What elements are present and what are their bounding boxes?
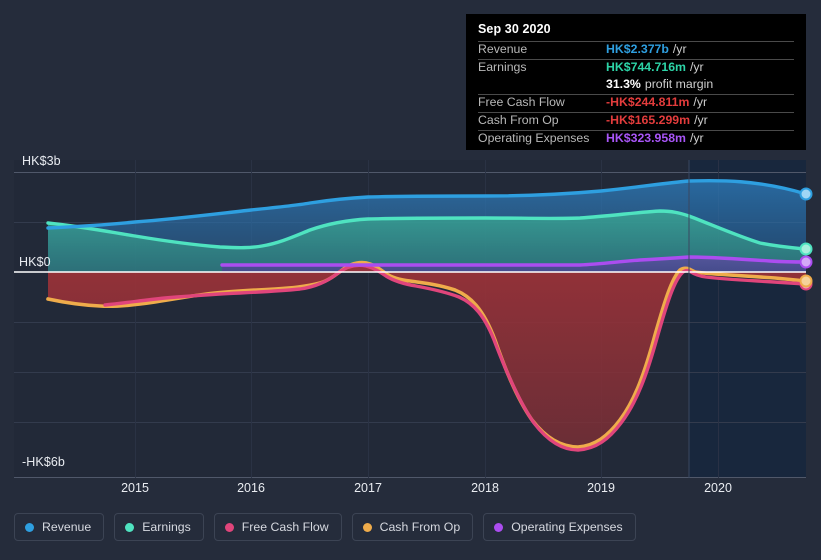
- x-axis-label-2017: 2017: [354, 481, 382, 495]
- tooltip-row-operating-expenses: Operating Expenses HK$323.958m /yr: [478, 130, 794, 148]
- x-axis-label-2016: 2016: [237, 481, 265, 495]
- legend-item-earnings[interactable]: Earnings: [114, 513, 204, 541]
- legend-dot-operating-expenses-icon: [494, 522, 504, 532]
- endpoint-revenue: [799, 187, 813, 201]
- y-axis-label-top: HK$3b: [22, 154, 61, 168]
- financial-chart: HK$3b HK$0 -HK$6b 2015 2016 2017 2018 20…: [0, 0, 821, 560]
- legend-dot-earnings-icon: [125, 522, 135, 532]
- tooltip-key-free-cash-flow: Free Cash Flow: [478, 95, 565, 109]
- x-axis-label-2019: 2019: [587, 481, 615, 495]
- tooltip-unit-profit-margin: profit margin: [644, 77, 714, 91]
- tooltip-key-revenue: Revenue: [478, 42, 528, 56]
- tooltip-row-cash-from-op: Cash From Op -HK$165.299m /yr: [478, 112, 794, 130]
- tooltip-value-profit-margin: 31.3%: [606, 77, 641, 91]
- tooltip-key-earnings: Earnings: [478, 60, 527, 74]
- legend-dot-cash-from-op-icon: [362, 522, 372, 532]
- chart-legend: Revenue Earnings Free Cash Flow Cash Fro…: [14, 513, 636, 541]
- legend-item-revenue[interactable]: Revenue: [14, 513, 105, 541]
- tooltip-value-revenue: HK$2.377b: [606, 42, 669, 56]
- endpoint-cash-from-op: [799, 274, 813, 288]
- legend-item-operating-expenses[interactable]: Operating Expenses: [483, 513, 636, 541]
- legend-label-revenue: Revenue: [42, 520, 92, 534]
- tooltip-key-cash-from-op: Cash From Op: [478, 113, 559, 127]
- endpoint-operating-expenses: [799, 255, 813, 269]
- legend-label-free-cash-flow: Free Cash Flow: [241, 520, 329, 534]
- y-axis-label-zero: HK$0: [19, 255, 51, 269]
- x-axis-label-2018: 2018: [471, 481, 499, 495]
- legend-dot-revenue-icon: [25, 522, 34, 532]
- tooltip-unit-earnings: /yr: [689, 60, 704, 74]
- tooltip-value-cash-from-op: -HK$165.299m: [606, 113, 691, 127]
- chart-tooltip: Sep 30 2020 Revenue HK$2.377b /yr Earnin…: [466, 14, 806, 150]
- tooltip-key-operating-expenses: Operating Expenses: [478, 131, 590, 145]
- endpoint-earnings: [799, 242, 813, 256]
- tooltip-row-free-cash-flow: Free Cash Flow -HK$244.811m /yr: [478, 94, 794, 112]
- tooltip-value-operating-expenses: HK$323.958m: [606, 131, 686, 145]
- tooltip-row-revenue: Revenue HK$2.377b /yr: [478, 41, 794, 59]
- legend-label-operating-expenses: Operating Expenses: [511, 520, 623, 534]
- x-axis-label-2015: 2015: [121, 481, 149, 495]
- tooltip-value-earnings: HK$744.716m: [606, 60, 686, 74]
- legend-label-cash-from-op: Cash From Op: [379, 520, 461, 534]
- tooltip-unit-operating-expenses: /yr: [689, 131, 704, 145]
- tooltip-date: Sep 30 2020: [478, 22, 551, 36]
- y-axis-label-bottom: -HK$6b: [22, 455, 65, 469]
- x-axis-label-2020: 2020: [704, 481, 732, 495]
- legend-item-cash-from-op[interactable]: Cash From Op: [351, 513, 474, 541]
- tooltip-row-earnings: Earnings HK$744.716m /yr: [478, 59, 794, 77]
- tooltip-row-profit-margin: 31.3% profit margin: [478, 77, 794, 94]
- legend-label-earnings: Earnings: [142, 520, 191, 534]
- legend-item-free-cash-flow[interactable]: Free Cash Flow: [213, 513, 342, 541]
- legend-dot-free-cash-flow-icon: [224, 522, 234, 532]
- tooltip-value-free-cash-flow: -HK$244.811m: [606, 95, 690, 109]
- tooltip-unit-revenue: /yr: [672, 42, 687, 56]
- tooltip-unit-cash-from-op: /yr: [694, 113, 708, 127]
- tooltip-unit-free-cash-flow: /yr: [693, 95, 708, 109]
